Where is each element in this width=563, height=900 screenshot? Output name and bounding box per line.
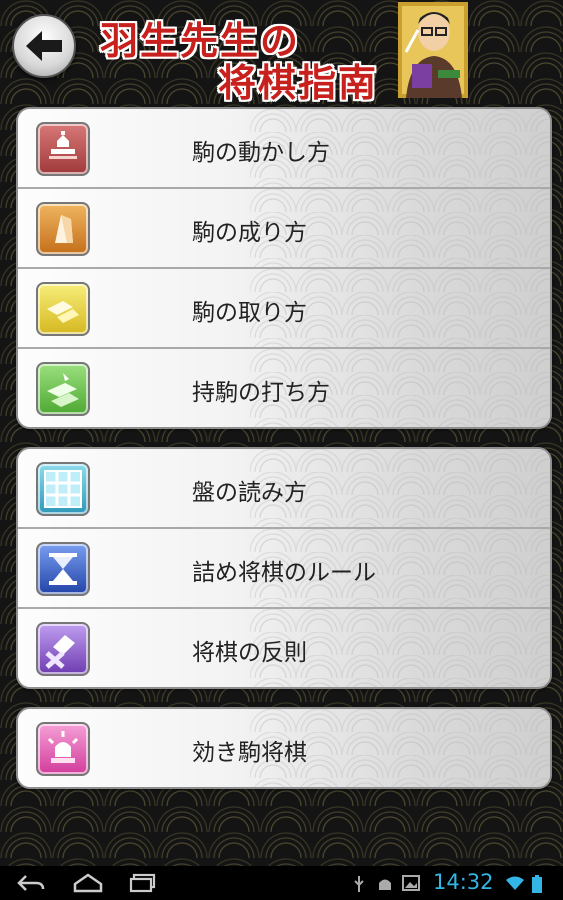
menu-item-board-reading[interactable]: 盤の読み方 [18,449,550,529]
menu-item-tsume-rules[interactable]: 詰め将棋のルール [18,529,550,609]
menu-item-koma-capture[interactable]: 駒の取り方 [18,269,550,349]
menu-item-label: 駒の取り方 [192,300,307,326]
nav-home-icon[interactable] [72,872,104,894]
image-notification-icon [402,875,420,891]
koma-drop-icon [36,362,90,416]
clock-time: 14:32 [433,870,494,894]
usb-icon [354,876,364,892]
back-arrow-icon [26,31,62,61]
menu-item-label: 盤の読み方 [192,480,307,506]
system-bar: 14:32 [0,866,563,900]
menu-group-2: 盤の読み方 詰め将棋のルール 将棋の反則 [16,447,552,689]
menu-item-label: 詰め将棋のルール [192,560,376,586]
foul-icon [36,622,90,676]
koma-capture-icon [36,282,90,336]
hourglass-icon [36,542,90,596]
app-title-line2: 将棋指南 [218,60,379,105]
battery-icon [532,875,542,893]
menu-item-label: 駒の成り方 [192,220,307,246]
menu-group-3: 効き駒将棋 [16,707,552,789]
board-grid-icon [36,462,90,516]
back-button[interactable] [12,14,76,78]
menu-item-label: 駒の動かし方 [192,140,330,166]
sensei-illustration [398,2,468,98]
menu-item-kiki-koma[interactable]: 効き駒将棋 [18,709,550,787]
menu-item-koma-promote[interactable]: 駒の成り方 [18,189,550,269]
alarm-koma-icon [36,722,90,776]
menu-item-koma-drop[interactable]: 持駒の打ち方 [18,349,550,427]
koma-promote-icon [36,202,90,256]
nav-back-icon[interactable] [16,872,46,894]
menu-item-label: 将棋の反則 [192,640,307,666]
android-debug-icon [379,879,391,890]
koma-move-icon [36,122,90,176]
menu-item-label: 効き駒将棋 [192,740,307,766]
wifi-icon [506,876,524,890]
menu-group-1: 駒の動かし方 駒の成り方 駒の取り方 持駒の打ち方 [16,107,552,429]
header: 羽生先生の 将棋指南 [0,0,563,105]
menu-item-label: 持駒の打ち方 [192,380,330,406]
nav-recent-apps-icon[interactable] [128,872,158,894]
menu-item-fouls[interactable]: 将棋の反則 [18,609,550,687]
menu-item-koma-move[interactable]: 駒の動かし方 [18,109,550,189]
